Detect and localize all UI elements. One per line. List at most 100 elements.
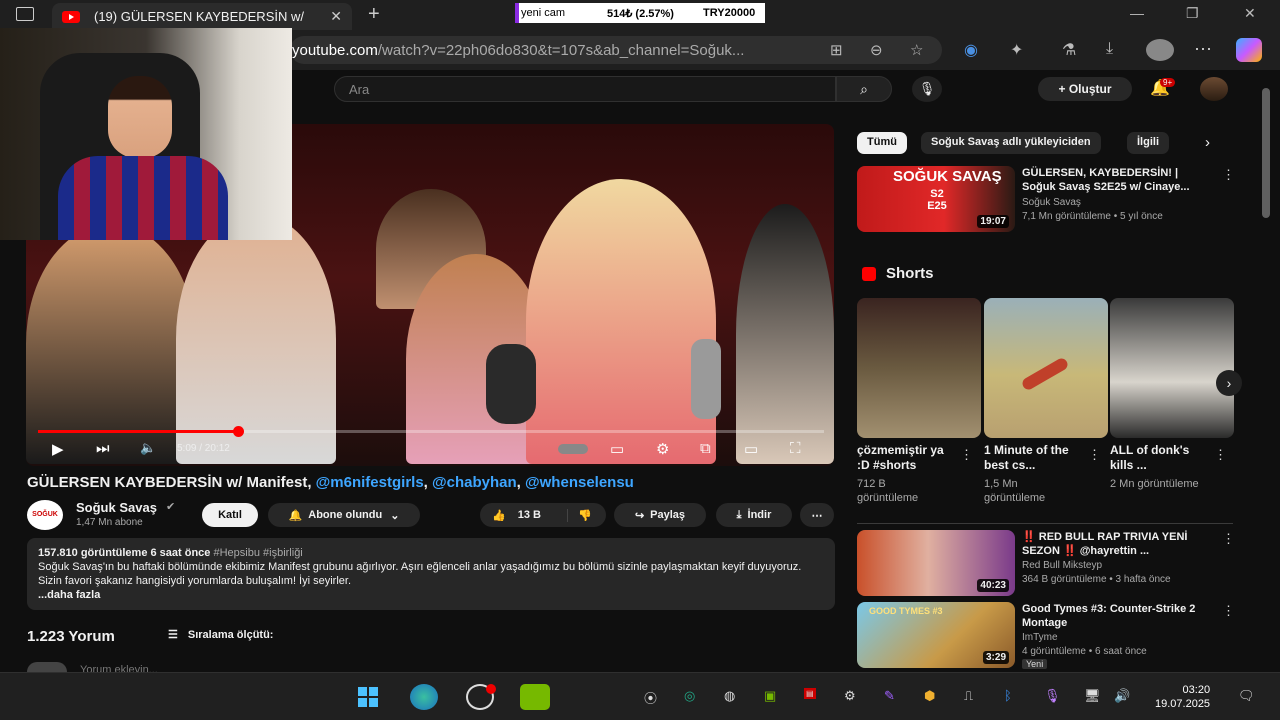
tray-app-icon[interactable]: ⬢	[924, 688, 935, 704]
ticker-value: 514₺ (2.57%)	[607, 7, 674, 20]
tray-app-icon[interactable]: ✎	[884, 688, 895, 704]
autoplay-toggle[interactable]	[558, 444, 588, 454]
collections-icon[interactable]: ⚗	[1062, 40, 1076, 60]
more-actions-icon[interactable]: ⋯	[800, 503, 834, 527]
subscribed-button[interactable]: 🔔 Abone olundu ⌄	[268, 503, 420, 527]
video-menu-icon[interactable]: ⋮	[1222, 531, 1235, 547]
related-thumbnail[interactable]: SOĞUK SAVAŞ S2 E25 19:07	[857, 166, 1015, 232]
short-title[interactable]: 1 Minute of the best cs...	[984, 443, 1080, 473]
downloads-icon[interactable]: ⤓	[1106, 40, 1113, 58]
volume-icon[interactable]: 🔈	[140, 440, 156, 456]
mention-link[interactable]: @m6nifestgirls	[316, 474, 424, 491]
volume-tray-icon[interactable]: 🔊	[1114, 688, 1130, 704]
voice-search-icon[interactable]: 🎙	[912, 76, 942, 102]
search-button[interactable]: ⌕	[836, 76, 892, 102]
read-aloud-icon[interactable]: ◉	[964, 40, 978, 60]
bluetooth-icon[interactable]: ᛒ	[1004, 688, 1012, 703]
minimize-icon[interactable]: —	[1130, 5, 1144, 21]
create-button[interactable]: + Oluştur	[1038, 77, 1132, 101]
join-button[interactable]: Katıl	[202, 503, 258, 527]
page-scrollbar[interactable]	[1262, 88, 1270, 218]
short-menu-icon[interactable]: ⋮	[960, 447, 973, 463]
short-menu-icon[interactable]: ⋮	[1214, 447, 1227, 463]
video-duration: 19:07	[977, 215, 1009, 228]
channel-logo[interactable]: SOĞUK SAVAŞ	[27, 500, 63, 548]
short-views: 712 B görüntüleme	[857, 478, 919, 504]
short-thumbnail[interactable]	[1110, 298, 1234, 438]
close-window-icon[interactable]: ✕	[1244, 5, 1256, 22]
favorite-star-icon[interactable]: ☆	[910, 41, 923, 59]
network-icon[interactable]: 🖥	[1084, 688, 1101, 704]
mention-link[interactable]: @whenselensu	[525, 474, 634, 491]
video-menu-icon[interactable]: ⋮	[1222, 603, 1235, 619]
steam-icon[interactable]: ⚙	[844, 688, 856, 704]
like-count[interactable]: 13 B	[518, 509, 541, 521]
chip-from-uploader[interactable]: Soğuk Savaş adlı yükleyiciden	[921, 132, 1101, 154]
chip-all[interactable]: Tümü	[857, 132, 907, 154]
thumbnail-text: SOĞUK SAVAŞ	[893, 168, 1002, 185]
copilot-icon[interactable]	[1236, 38, 1262, 62]
related-channel[interactable]: Soğuk Savaş	[1022, 196, 1081, 210]
account-avatar[interactable]	[1200, 77, 1228, 101]
tray-app-icon[interactable]: ◎	[684, 688, 695, 704]
nvidia-tray-icon[interactable]: ▣	[764, 688, 776, 704]
notification-center-icon[interactable]: 🗨	[1238, 688, 1255, 704]
channel-name[interactable]: Soğuk Savaş	[76, 500, 157, 515]
microphone-icon[interactable]: 🎙	[1044, 688, 1061, 704]
video-menu-icon[interactable]: ⋮	[1222, 167, 1235, 183]
related-title[interactable]: Good Tymes #3: Counter-Strike 2 Montage	[1022, 602, 1212, 630]
restore-icon[interactable]: ❐	[1186, 5, 1199, 22]
short-thumbnail[interactable]	[857, 298, 981, 438]
share-button[interactable]: ↪ Paylaş	[614, 503, 706, 527]
browser-tab[interactable]: (19) GÜLERSEN KAYBEDERSİN w/ ✕	[52, 3, 352, 30]
app-available-icon[interactable]: ⊞	[830, 41, 843, 59]
video-person	[736, 204, 834, 464]
close-tab-icon[interactable]: ✕	[330, 8, 342, 25]
fullscreen-icon[interactable]: ⛶	[790, 440, 801, 457]
subtitles-icon[interactable]: ▭	[610, 440, 624, 458]
short-title[interactable]: ALL of donk's kills ...	[1110, 443, 1206, 473]
address-bar[interactable]: youtube.com/watch?v=22ph06do830&t=107s&a…	[290, 36, 942, 64]
video-description[interactable]: 157.810 görüntüleme 6 saat önce #Hepsibu…	[27, 538, 835, 610]
profile-icon[interactable]	[1146, 39, 1174, 61]
short-thumbnail[interactable]	[984, 298, 1108, 438]
related-thumbnail[interactable]: GOOD TYMES #3 3:29	[857, 602, 1015, 668]
tray-app-icon[interactable]: ▤	[804, 688, 816, 699]
obs-icon[interactable]: ⦿	[644, 688, 657, 707]
chips-next-icon[interactable]: ›	[1205, 134, 1210, 151]
tab-actions-icon[interactable]	[16, 7, 34, 21]
short-title[interactable]: çözmemiştir ya :D #shorts	[857, 443, 953, 473]
search-input[interactable]: Ara	[334, 76, 836, 102]
dislike-icon[interactable]: 👎	[566, 508, 592, 522]
start-menu-icon[interactable]	[354, 684, 382, 710]
nvidia-icon[interactable]	[520, 684, 550, 710]
download-button[interactable]: ⤓ İndir	[716, 503, 792, 527]
theater-mode-icon[interactable]: ▭	[744, 440, 758, 458]
chip-related[interactable]: İlgili	[1127, 132, 1169, 154]
description-tags[interactable]: #Hepsibu #işbirliği	[213, 547, 302, 559]
edge-browser-icon[interactable]	[410, 684, 438, 710]
shorts-next-icon[interactable]: ›	[1216, 370, 1242, 396]
browser-menu-icon[interactable]: ⋯	[1194, 39, 1212, 60]
settings-gear-icon[interactable]: ⚙	[656, 440, 669, 458]
next-icon[interactable]: ⏭	[96, 440, 110, 457]
usb-icon[interactable]: ⎍	[964, 688, 973, 704]
like-icon[interactable]: 👍	[492, 509, 506, 522]
related-title[interactable]: GÜLERSEN, KAYBEDERSİN! | Soğuk Savaş S2E…	[1022, 166, 1212, 194]
related-channel[interactable]: Red Bull Miksteyp	[1022, 559, 1102, 573]
related-thumbnail[interactable]: 40:23	[857, 530, 1015, 596]
system-clock[interactable]: 03:20 19.07.2025	[1155, 683, 1210, 711]
extensions-icon[interactable]: ✦	[1010, 40, 1023, 60]
sort-comments-button[interactable]: ☰ Sıralama ölçütü:	[168, 628, 273, 641]
related-channel[interactable]: ImTyme	[1022, 631, 1058, 645]
miniplayer-icon[interactable]: ⧉	[700, 440, 711, 457]
related-title[interactable]: ‼️ RED BULL RAP TRIVIA YENİ SEZON ‼️ @ha…	[1022, 530, 1212, 558]
tray-app-icon[interactable]: ◍	[724, 688, 735, 704]
show-more-link[interactable]: ...daha fazla	[38, 588, 824, 602]
short-menu-icon[interactable]: ⋮	[1088, 447, 1101, 463]
zoom-icon[interactable]: ⊖	[870, 41, 883, 59]
mention-link[interactable]: @chabyhan	[432, 474, 517, 491]
play-icon[interactable]: ▶	[52, 440, 64, 458]
video-progress-scrubber[interactable]	[233, 426, 244, 437]
new-tab-button[interactable]: +	[368, 3, 380, 26]
